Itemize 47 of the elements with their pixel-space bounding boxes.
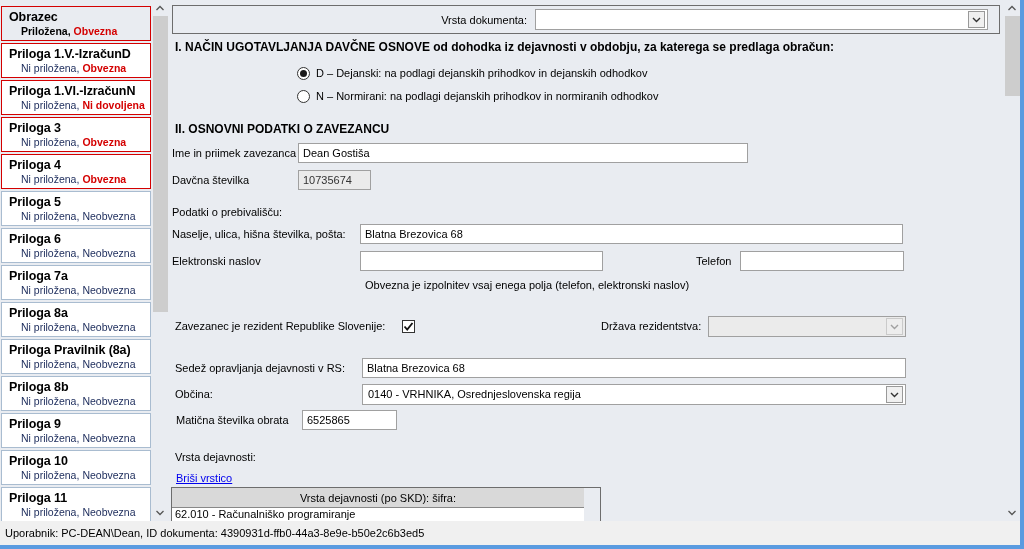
address-field[interactable]: Blatna Brezovica 68: [360, 224, 903, 244]
attachment-item[interactable]: Priloga 4 Ni priložena, Obvezna: [1, 154, 151, 189]
name-field[interactable]: Dean Gostiša: [298, 143, 748, 163]
residence-heading: Podatki o prebivališču:: [172, 205, 284, 219]
radio-option[interactable]: D – Dejanski: na podlagi dejanskih prihodkov in dejanskih odhodkov: [171, 66, 648, 80]
attachment-item[interactable]: Priloga Pravilnik (8a) Ni priložena, Neobvezna: [1, 339, 151, 374]
field-label: Država rezidentstva:: [600, 320, 703, 332]
field-label: Sedež opravljanja dejavnosti v RS:: [174, 362, 346, 374]
attachment-item[interactable]: Priloga 1.VI.-IzračunN Ni priložena, Ni dovoljena: [1, 80, 151, 115]
registration-number-field[interactable]: 6525865: [302, 410, 397, 430]
attachment-item[interactable]: Priloga 10 Ni priložena, Neobvezna: [1, 450, 151, 485]
column-header: Vrsta dejavnosti (po SKD): šifra:: [172, 488, 584, 508]
status-bar: Uporabnik: PC-DEAN\Dean, ID dokumenta: 4390931d-ffb0-44a3-8e9e-b50e2c6b3ed5: [0, 521, 1020, 545]
attachment-item[interactable]: Priloga 3 Ni priložena, Obvezna: [1, 117, 151, 152]
municipality-select[interactable]: 0140 - VRHNIKA, Osrednjeslovenska regija: [362, 383, 906, 405]
field-label: Telefon: [695, 255, 733, 267]
attachment-item[interactable]: Priloga 5 Ni priložena, Neobvezna: [1, 191, 151, 226]
field-label: Ime in priimek zavezanca: [171, 147, 298, 159]
attachment-item[interactable]: Priloga 1.V.-IzračunD Ni priložena, Obvezna: [1, 43, 151, 78]
table-cell[interactable]: 62.010 - Računalniško programiranje: [172, 508, 584, 521]
attachment-item[interactable]: Priloga 11 Ni priložena, Neobvezna: [1, 487, 151, 521]
radio-option[interactable]: N – Normirani: na podlagi dejanskih prihodkov in normiranih odhodkov: [171, 89, 659, 103]
attachment-item[interactable]: Priloga 8a Ni priložena, Neobvezna: [1, 302, 151, 337]
field-label: Matična številka obrata: [175, 414, 290, 426]
scrollbar-thumb[interactable]: [152, 16, 168, 312]
section-heading: II. OSNOVNI PODATKI O ZAVEZANCU: [175, 122, 391, 136]
field-label: Naselje, ulica, hišna številka, pošta:: [171, 228, 347, 240]
attachment-item[interactable]: Priloga 7a Ni priložena, Neobvezna: [1, 265, 151, 300]
attachment-item[interactable]: Priloga 8b Ni priložena, Neobvezna: [1, 376, 151, 411]
document-type-select[interactable]: [535, 9, 988, 30]
field-label: Davčna številka: [171, 174, 251, 186]
delete-row-link[interactable]: Briši vrstico: [176, 471, 233, 485]
hint-text: Obvezna je izpolnitev vsaj enega polja (telefon, elektronski naslov): [365, 278, 691, 292]
attachment-item[interactable]: Priloga 9 Ni priložena, Neobvezna: [1, 413, 151, 448]
field-label: Občina:: [174, 388, 214, 400]
attachment-item[interactable]: Obrazec Priložena, Obvezna: [1, 6, 151, 41]
attachment-item[interactable]: Priloga 6 Ni priložena, Neobvezna: [1, 228, 151, 263]
phone-field[interactable]: [740, 251, 904, 271]
email-field[interactable]: [360, 251, 603, 271]
resident-checkbox[interactable]: [402, 319, 415, 333]
business-seat-field[interactable]: Blatna Brezovica 68: [362, 358, 906, 378]
field-label: Vrsta dokumenta:: [441, 12, 527, 27]
scrollbar-thumb[interactable]: [1004, 16, 1020, 96]
activity-heading: Vrsta dejavnosti:: [175, 450, 257, 464]
section-heading: I. NAČIN UGOTAVLJANJA DAVČNE OSNOVE od dohodka iz dejavnosti v obdobju, za katerega se predlaga obračun:: [175, 40, 835, 54]
field-label: Zavezanec je rezident Republike Slovenije:: [174, 320, 387, 332]
field-label: Elektronski naslov: [171, 255, 262, 267]
